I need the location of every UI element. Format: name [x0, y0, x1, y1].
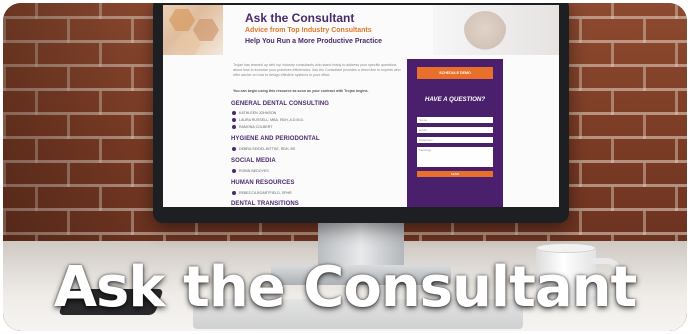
consultant-link[interactable]: ROBIN BEDOYES [232, 169, 269, 173]
monitor: Ask the Consultant Advice from Top Indus… [153, 3, 569, 223]
form-heading: HAVE A QUESTION? [424, 96, 486, 103]
web-page-screen: Ask the Consultant Advice from Top Indus… [163, 5, 559, 207]
section-heading: SOCIAL MEDIA [231, 158, 276, 164]
section-heading: DENTAL TRANSITIONS [231, 201, 299, 207]
section-heading: HYGIENE AND PERIODONTAL [231, 136, 320, 142]
intro-paragraph: Trojan has teamed up with top industry c… [233, 63, 401, 77]
send-button[interactable]: SEND [417, 171, 493, 177]
consultant-link[interactable]: DEBRA SEIDEL-BITTKE, RDH, BS [231, 147, 295, 151]
consultant-link[interactable]: LAURA RUSSELL, MBA, RDH, A.D.M.D. [231, 118, 304, 122]
consultant-photo [433, 5, 559, 55]
message-textarea[interactable]: Message [417, 147, 493, 167]
page-subtitle: Advice from Top Industry Consultants [245, 27, 372, 34]
promo-card: Ask the Consultant Advice from Top Indus… [3, 3, 687, 331]
intro-note: You can begin using this resource as soo… [233, 89, 369, 93]
name-field[interactable]: Name [417, 117, 493, 123]
page-subtitle-2: Help You Run a More Productive Practice [245, 38, 383, 45]
section-heading: HUMAN RESOURCES [231, 180, 295, 186]
consultant-link[interactable]: KATHLEEN JOHNSON [231, 111, 276, 115]
section-heading: GENERAL DENTAL CONSULTING [231, 101, 330, 107]
telephone-field[interactable]: Telephone [417, 137, 493, 143]
banner-title: Ask the Consultant [53, 255, 638, 320]
consultant-link[interactable]: RAMONA COLBERT [231, 125, 272, 129]
page-title: Ask the Consultant [245, 11, 355, 25]
schedule-demo-button[interactable]: SCHEDULE DEMO [417, 67, 493, 79]
question-form-panel: SCHEDULE DEMO HAVE A QUESTION? Name Emai… [407, 59, 503, 207]
email-field[interactable]: Email [417, 127, 493, 133]
consultant-link[interactable]: REBECCA BOARTFIELD, SPHR [232, 191, 292, 195]
